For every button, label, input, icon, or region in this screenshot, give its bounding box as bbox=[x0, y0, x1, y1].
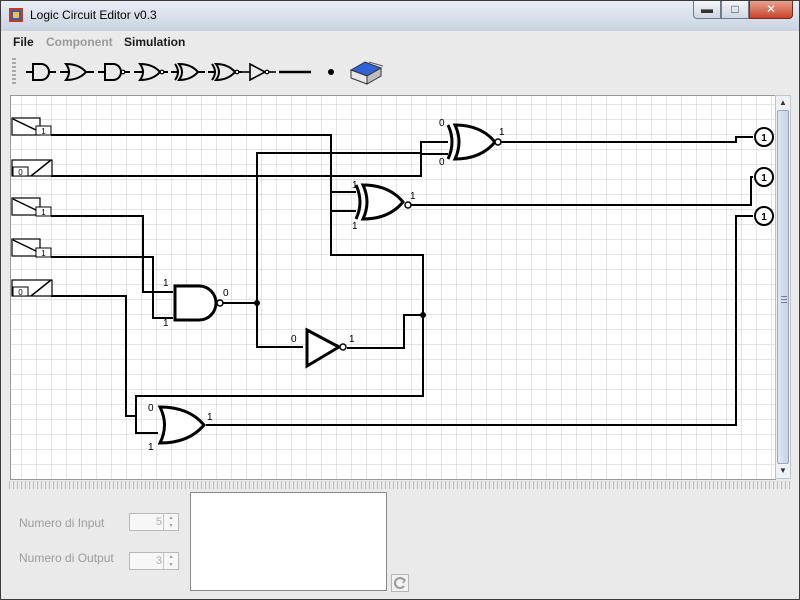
scroll-up-icon[interactable]: ▲ bbox=[776, 96, 790, 110]
inputs-spinner[interactable]: 5 ▲ ▼ bbox=[129, 513, 179, 531]
title-bar[interactable]: Logic Circuit Editor v0.3 ▬ □ ✕ bbox=[1, 1, 799, 31]
inputs-label: Numero di Input bbox=[19, 516, 105, 530]
toolbar-grip[interactable] bbox=[12, 58, 16, 86]
wire-icon[interactable] bbox=[277, 58, 313, 86]
junction-node[interactable] bbox=[254, 300, 260, 306]
circuit-canvas[interactable]: 1 0 1 1 0 0 0 1 1 1 1 1 1 0 0 1 0 1 1 1 … bbox=[10, 95, 776, 480]
gate-input-value: 1 bbox=[163, 278, 169, 289]
spin-down-icon[interactable]: ▼ bbox=[164, 561, 178, 569]
xnor-gate-icon[interactable] bbox=[207, 58, 243, 86]
nor-gate-icon[interactable] bbox=[133, 58, 169, 86]
minimize-button[interactable]: ▬ bbox=[693, 1, 721, 19]
gate-output-value: 1 bbox=[207, 412, 213, 423]
xor-gate-icon[interactable] bbox=[170, 58, 206, 86]
gate-output-value: 1 bbox=[410, 191, 416, 202]
output-value: 1 bbox=[761, 212, 767, 223]
gate-input-value: 0 bbox=[291, 334, 297, 345]
close-icon: ✕ bbox=[765, 2, 777, 16]
config-panel: Numero di Input 5 ▲ ▼ Numero di Output 3 … bbox=[9, 490, 791, 594]
nand-gate-icon[interactable] bbox=[97, 58, 131, 86]
vertical-scrollbar[interactable]: ▲ ▼ bbox=[775, 95, 791, 479]
app-icon bbox=[9, 8, 23, 22]
window-title: Logic Circuit Editor v0.3 bbox=[30, 8, 157, 22]
text-area[interactable] bbox=[190, 492, 387, 591]
gate-input-value: 1 bbox=[352, 180, 358, 191]
gate-input-value: 0 bbox=[439, 118, 445, 129]
outputs-spinner[interactable]: 3 ▲ ▼ bbox=[129, 552, 179, 570]
app-window: Logic Circuit Editor v0.3 ▬ □ ✕ File Com… bbox=[0, 0, 800, 600]
output-led-3[interactable]: 1 bbox=[754, 206, 774, 226]
menu-file[interactable]: File bbox=[13, 35, 34, 49]
node-icon[interactable] bbox=[321, 58, 341, 86]
menu-simulation[interactable]: Simulation bbox=[124, 35, 185, 49]
menu-component[interactable]: Component bbox=[46, 35, 113, 49]
grip-icon bbox=[781, 296, 787, 304]
maximize-icon: □ bbox=[731, 2, 739, 16]
inputs-value[interactable]: 5 bbox=[156, 516, 162, 528]
scroll-down-icon[interactable]: ▼ bbox=[776, 464, 790, 478]
input-value: 1 bbox=[41, 249, 46, 258]
input-value: 0 bbox=[18, 168, 23, 177]
gate-output-value: 1 bbox=[499, 127, 505, 138]
and-gate-icon[interactable] bbox=[25, 58, 57, 86]
gate-output-value: 1 bbox=[349, 334, 355, 345]
output-value: 1 bbox=[761, 133, 767, 144]
scroll-thumb[interactable] bbox=[777, 110, 789, 464]
or-gate-icon[interactable] bbox=[59, 58, 95, 86]
output-led-2[interactable]: 1 bbox=[754, 167, 774, 187]
gate-input-value: 1 bbox=[163, 318, 169, 329]
outputs-label: Numero di Output bbox=[19, 551, 114, 565]
input-value: 1 bbox=[41, 127, 46, 136]
junction-node[interactable] bbox=[420, 312, 426, 318]
split-pane-divider[interactable] bbox=[9, 481, 791, 489]
toolbar bbox=[9, 52, 791, 92]
close-button[interactable]: ✕ bbox=[749, 1, 793, 19]
gate-input-value: 0 bbox=[439, 157, 445, 168]
gate-output-value: 0 bbox=[223, 288, 229, 299]
input-value: 0 bbox=[18, 288, 23, 297]
gate-input-value: 1 bbox=[352, 221, 358, 232]
spin-up-icon[interactable]: ▲ bbox=[164, 553, 178, 561]
spin-down-icon[interactable]: ▼ bbox=[164, 522, 178, 530]
apply-button[interactable] bbox=[391, 574, 409, 592]
spin-up-icon[interactable]: ▲ bbox=[164, 514, 178, 522]
input-switch-2[interactable]: 0 bbox=[11, 159, 53, 177]
output-led-1[interactable]: 1 bbox=[754, 127, 774, 147]
menu-bar: File Component Simulation bbox=[9, 32, 791, 52]
refresh-icon bbox=[394, 577, 407, 589]
eraser-icon[interactable] bbox=[345, 58, 389, 86]
maximize-button[interactable]: □ bbox=[721, 1, 749, 19]
gate-input-value: 0 bbox=[148, 403, 154, 414]
input-switch-5[interactable]: 0 bbox=[11, 279, 53, 297]
minimize-icon: ▬ bbox=[701, 2, 713, 16]
gate-input-value: 1 bbox=[148, 442, 154, 453]
circuit-diagram[interactable]: 1 0 1 1 0 0 0 1 1 1 1 1 1 0 0 1 0 1 1 1 … bbox=[11, 96, 775, 479]
input-value: 1 bbox=[41, 208, 46, 217]
output-value: 1 bbox=[761, 173, 767, 184]
not-gate-icon[interactable] bbox=[241, 58, 277, 86]
outputs-value[interactable]: 3 bbox=[156, 555, 162, 567]
